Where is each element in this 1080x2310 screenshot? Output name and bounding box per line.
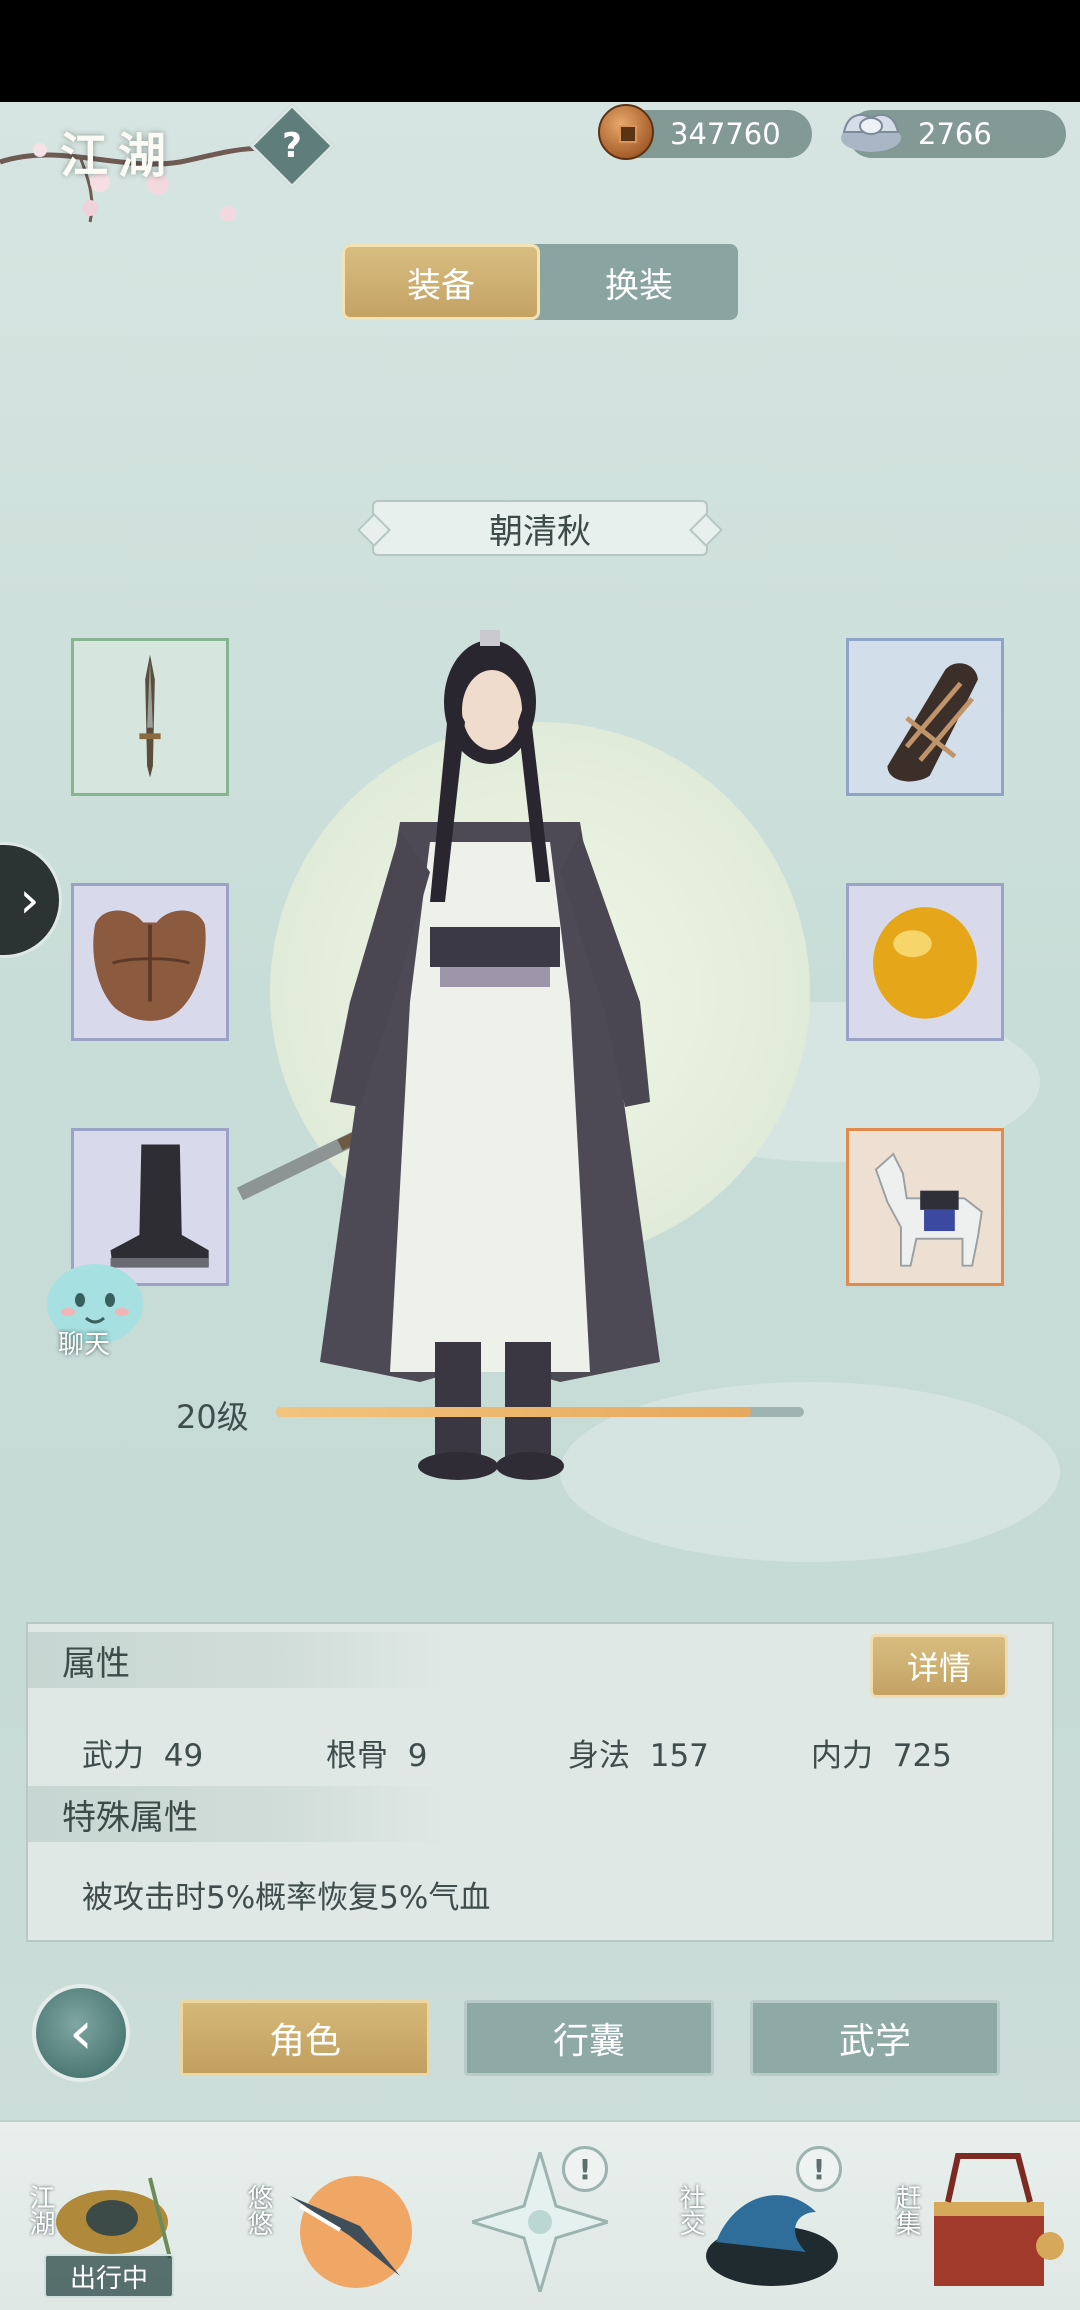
amulet-slot[interactable] [846, 883, 1004, 1041]
crane-sun-icon [290, 2176, 412, 2288]
stat-agility: 身法 157 [568, 1738, 709, 1774]
character-figure[interactable] [230, 582, 750, 1502]
straw-hat-icon [56, 2177, 172, 2259]
level-label: 20级 [176, 1398, 249, 1436]
dock-youyou-label: 悠悠 [243, 2184, 273, 2236]
horse-icon [874, 1152, 983, 1267]
expand-side-button[interactable]: › [0, 842, 62, 958]
dock-social-label: 社交 [675, 2184, 705, 2236]
copper-coin-icon [598, 104, 654, 160]
silver-currency[interactable]: 2766 [841, 110, 1066, 158]
bracer-icon [887, 663, 978, 782]
back-arrow-icon: ‹ [69, 1998, 93, 2068]
level-progress-bar [276, 1407, 804, 1417]
dock-market-label: 赶集 [891, 2184, 921, 2236]
attribute-title: 属性 [28, 1632, 448, 1688]
dock-social[interactable]: 社交 ! [660, 2122, 860, 2310]
travel-status-tag: 出行中 [44, 2254, 174, 2298]
tab-role[interactable]: 角色 [180, 2000, 430, 2076]
tab-martial-arts[interactable]: 武学 [750, 2000, 1000, 2076]
back-button[interactable]: ‹ [32, 1984, 130, 2082]
armor-icon [93, 910, 206, 1021]
silver-ingot-icon [841, 114, 901, 152]
sword-icon [139, 654, 161, 778]
tab-bag[interactable]: 行囊 [464, 2000, 714, 2076]
equipment-screen: 江湖 ? 347760 2766 装备 换装 朝清秋 › 聊天 20级 属性 详… [0, 102, 1080, 2310]
character-name: 朝清秋 [372, 500, 708, 556]
system-status-bar [0, 0, 1080, 102]
dock-youyou[interactable]: 悠悠 [230, 2122, 430, 2310]
weapon-slot[interactable] [71, 638, 229, 796]
chat-label[interactable]: 聊天 [58, 1324, 110, 1361]
dock-jianghu-label: 江湖 [25, 2184, 55, 2236]
silver-amount: 2766 [918, 117, 992, 151]
stat-constitution: 根骨 9 [326, 1738, 428, 1774]
chevron-right-icon: › [19, 871, 40, 929]
home-alert-badge: ! [562, 2146, 608, 2192]
copper-currency[interactable]: 347760 [598, 104, 812, 160]
tab-equip[interactable]: 装备 [342, 244, 540, 320]
dock-jianghu[interactable]: 江湖 出行中 [0, 2122, 200, 2310]
stat-inner-power: 内力 725 [811, 1738, 952, 1774]
social-alert-badge: ! [796, 2146, 842, 2192]
level-progress-fill [276, 1407, 752, 1417]
stat-strength: 武力 49 [82, 1738, 204, 1774]
top-bar: 江湖 ? 347760 2766 [0, 102, 1080, 223]
amber-icon [873, 907, 977, 1019]
bottom-dock: 江湖 出行中 悠悠 ! 社交 ! 赶集 [0, 2120, 1080, 2310]
question-icon: ? [282, 126, 302, 166]
special-attribute-title: 特殊属性 [28, 1786, 448, 1842]
armor-slot[interactable] [71, 883, 229, 1041]
dock-market[interactable]: 赶集 [870, 2122, 1080, 2310]
page-title: 江湖 [60, 128, 177, 184]
equip-tab-group: 装备 换装 [342, 244, 738, 320]
bracer-slot[interactable] [846, 638, 1004, 796]
attribute-panel: 属性 详情 武力 49 根骨 9 身法 157 内力 725 特殊属性 被攻击时… [26, 1622, 1054, 1942]
mount-slot[interactable] [846, 1128, 1004, 1286]
market-basket-icon [934, 2153, 1064, 2286]
tab-change-outfit[interactable]: 换装 [540, 244, 738, 320]
detail-button[interactable]: 详情 [870, 1634, 1008, 1698]
dock-home[interactable]: ! [460, 2122, 620, 2310]
copper-amount: 347760 [670, 117, 781, 151]
special-attribute-text: 被攻击时5%概率恢复5%气血 [82, 1880, 491, 1916]
